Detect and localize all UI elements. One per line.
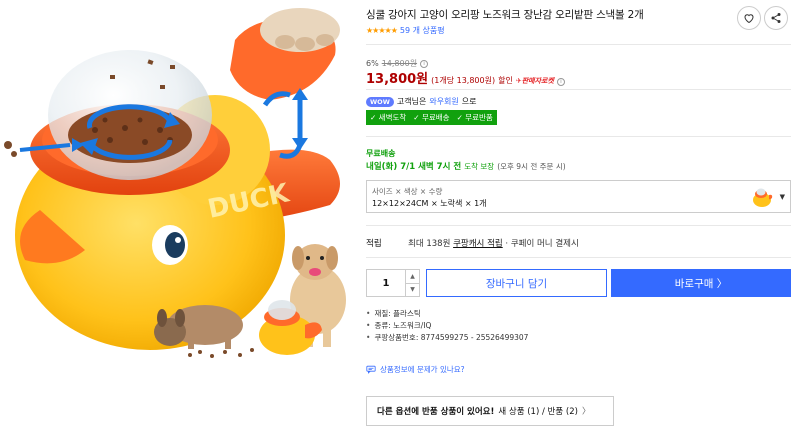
other-options-detail: 새 상품 (1) / 반품 (2) [498,407,578,417]
product-title: 싱쿨 강아지 고양이 오리팡 노즈워크 장난감 오리밭판 스낵볼 2개 [366,9,644,21]
divider [366,136,791,137]
spec-type: 종류: 노즈워크/IQ [366,320,528,332]
report-issue-text: 상품정보에 문제가 있나요? [380,365,465,374]
discount-rate: 6% [366,59,379,68]
wow-suffix: 으로 [461,97,477,106]
option-thumbnail [753,188,773,207]
spec-material: 재질: 플라스틱 [366,308,528,320]
divider [366,225,791,226]
product-info-panel: 싱쿨 강아지 고양이 오리팡 노즈워크 장난감 오리밭판 스낵볼 2개 ★★★★… [366,0,796,433]
quantity-stepper[interactable]: 1 ▲ ▼ [366,269,420,297]
chevron-right-icon: 〉 [581,407,591,417]
spec-product-number: 쿠팡상품번호: 8774599275 - 25526499307 [366,332,528,344]
share-icon [771,13,781,23]
unit-price: (1개당 13,800원) [431,76,496,85]
report-issue-link[interactable]: 상품정보에 문제가 있나요? [366,364,465,375]
info-icon[interactable]: i [556,78,565,86]
delivery-date: 내일(화) 7/1 새벽 7시 전 [366,162,462,172]
option-select[interactable]: 사이즈 × 색상 × 수량 12×12×24CM × 노락색 × 1개 ▼ [366,180,791,213]
sale-price: 13,800원 [366,72,429,87]
rating-stars: ★★★★★ [366,26,398,35]
chat-icon [366,365,376,374]
share-button[interactable] [764,6,788,30]
delivery-condition: (오후 9시 전 주문 시) [497,162,566,171]
wow-prefix: 고객님은 [396,97,427,106]
product-illustration: DUCK [4,8,346,358]
benefit-badges: 새벽도착 무료배송 무료반품 [366,110,497,125]
option-header: 사이즈 × 색상 × 수량 [372,187,443,196]
shipping-label: 무료배송 [366,149,396,158]
coupang-cash-link[interactable]: 쿠팡캐시 적립 [453,239,503,249]
info-icon[interactable]: i [420,59,429,68]
chevron-down-icon: ▼ [779,193,785,201]
cashback-info: 최대 138원 쿠팡캐시 적립 · 쿠페이 머니 결제시 [408,237,579,249]
other-options-returns-link[interactable]: 다른 옵션에 반품 상품이 있어요! 새 상품 (1) / 반품 (2) 〉 [366,396,614,426]
quantity-arrows: ▲ ▼ [405,270,419,296]
cashback-amount: 최대 138원 [408,239,451,249]
price-main-row: 13,800원 (1개당 13,800원) 할인 ✈판매자로켓 i [366,68,565,87]
cashback-suffix: · 쿠페이 머니 결제시 [505,239,579,249]
cashback-label: 적립 [366,239,382,249]
chevron-down-icon[interactable]: ▼ [406,284,419,297]
product-image: DUCK [0,0,360,433]
discount-label: 할인 [498,76,513,85]
buy-now-button[interactable]: 바로구매 〉 [611,269,791,297]
wishlist-button[interactable] [737,6,761,30]
benefit-free-shipping: 무료배송 [413,112,450,123]
heart-icon [744,14,754,24]
delivery-guarantee: 도착 보장 [464,162,495,171]
shipping-date-row: 내일(화) 7/1 새벽 7시 전 도착 보장 (오후 9시 전 주문 시) [366,160,566,172]
quantity-input[interactable]: 1 [367,270,405,296]
divider [366,257,791,258]
benefit-free-return: 무료반품 [457,112,493,123]
wow-member-row: WOW 고객님은 와우회원 으로 [366,96,477,107]
add-to-cart-button[interactable]: 장바구니 담기 [426,269,607,297]
other-options-heading: 다른 옵션에 반품 상품이 있어요! [377,407,495,417]
wow-member-link[interactable]: 와우회원 [429,96,458,107]
chevron-up-icon[interactable]: ▲ [406,270,419,284]
rating-row[interactable]: ★★★★★ 59 개 상품평 [366,25,445,36]
seller-rocket-badge: ✈판매자로켓 [515,77,554,85]
benefit-dawn-delivery: 새벽도착 [370,112,407,123]
review-count-link[interactable]: 59 개 상품평 [400,25,445,36]
spec-list: 재질: 플라스틱 종류: 노즈워크/IQ 쿠팡상품번호: 8774599275 … [366,308,528,344]
divider [366,44,791,45]
wow-badge: WOW [366,96,394,107]
option-selected-value: 12×12×24CM × 노락색 × 1개 [372,199,487,208]
divider [366,89,791,90]
cashback-row: 적립 최대 138원 쿠팡캐시 적립 · 쿠페이 머니 결제시 [366,237,579,249]
